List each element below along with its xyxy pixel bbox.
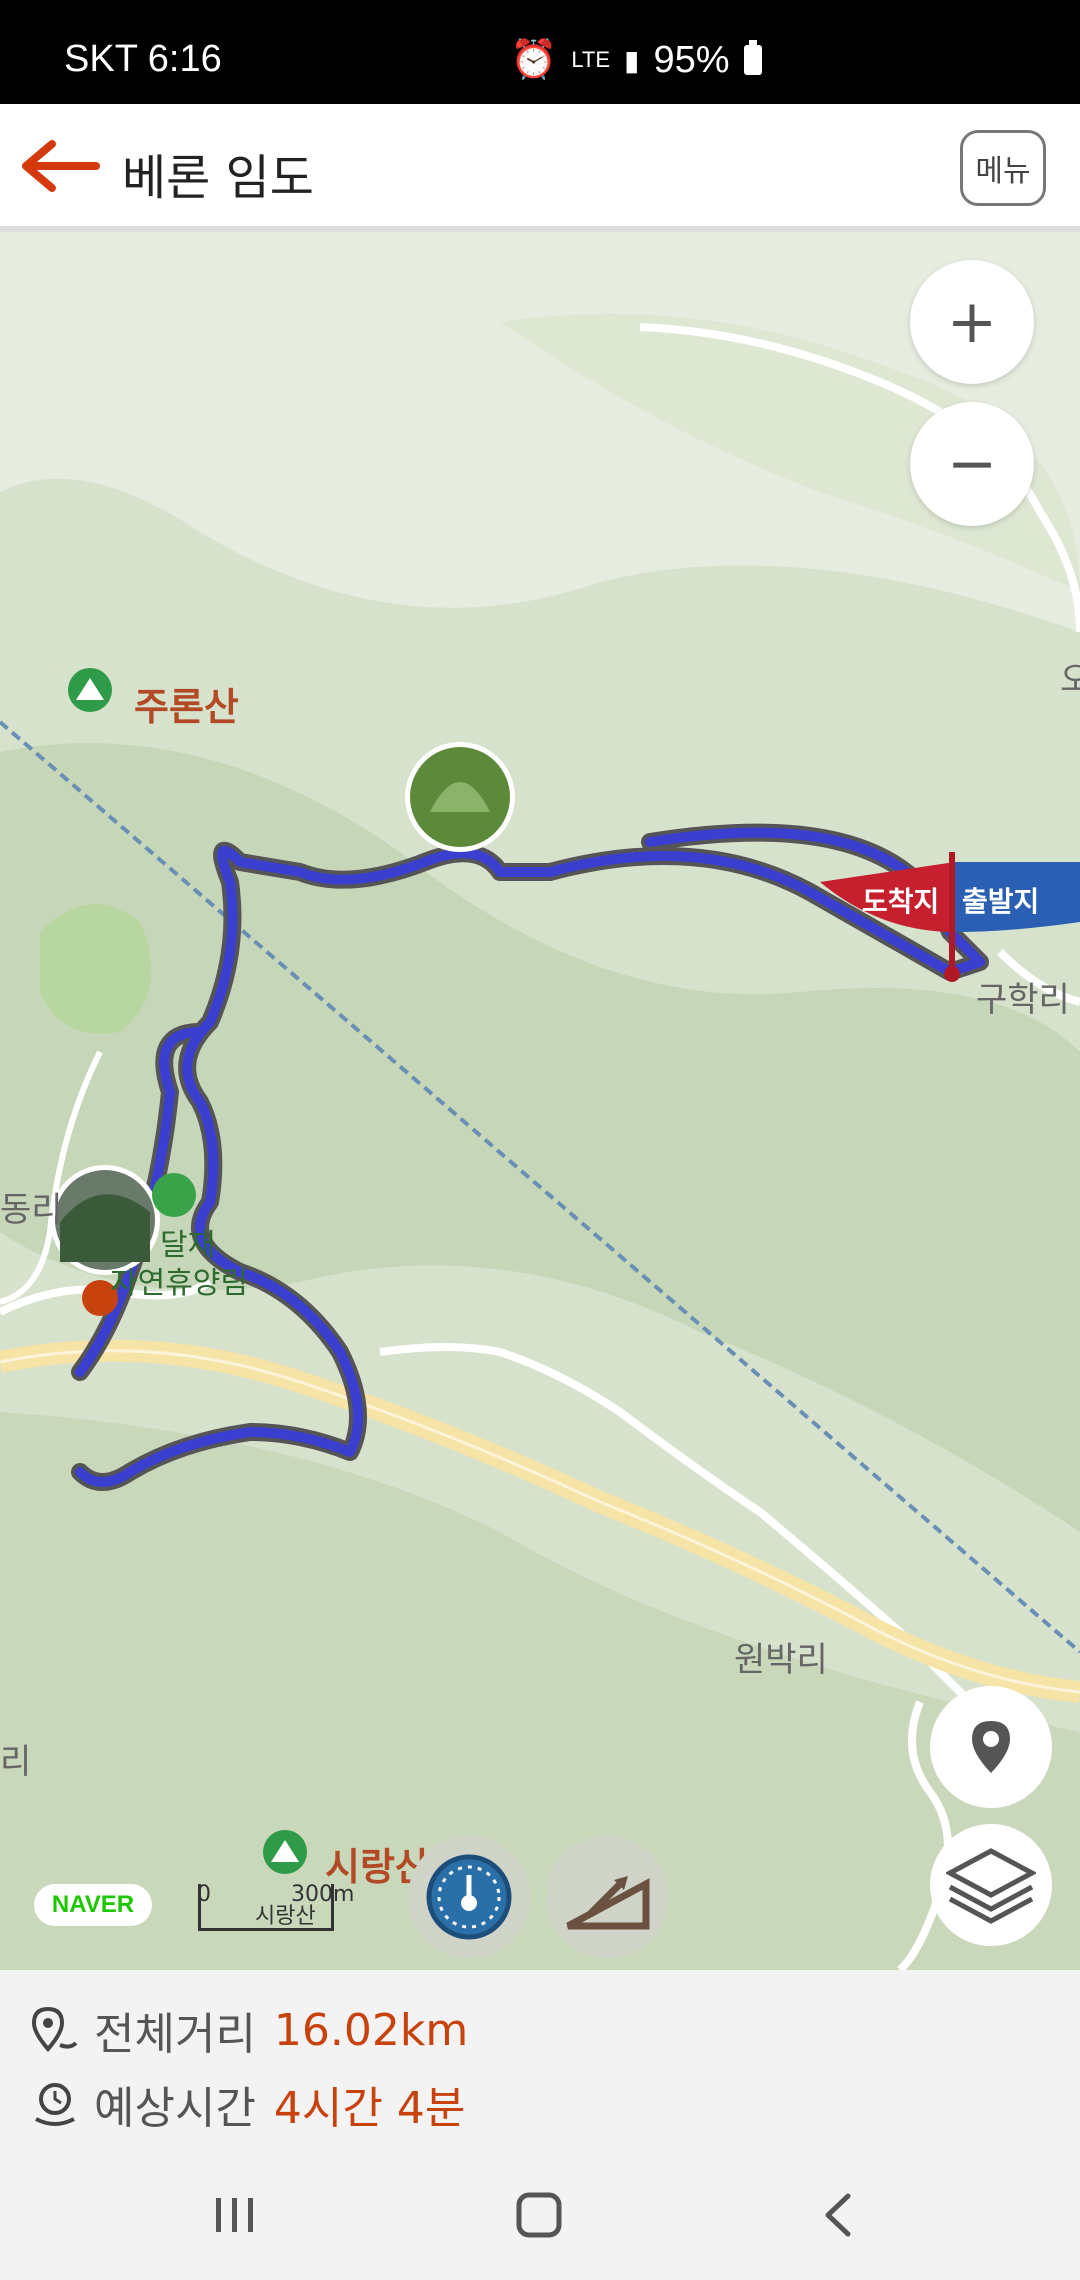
recents-icon	[216, 2198, 253, 2232]
zoom-in-button[interactable]: +	[910, 260, 1034, 384]
time-value: 4시간 4분	[273, 2083, 466, 2134]
distance-label: 전체거리	[94, 2009, 256, 2060]
app-bar: 베론 임도 메뉴	[0, 104, 1080, 232]
map-view[interactable]: 주론산 시랑산 달재 자연휴양림 구학리 원박리 동리 리 오 도착지 출발지 …	[0, 232, 1080, 1970]
back-button[interactable]	[20, 138, 100, 194]
alarm-icon: ⏰	[510, 39, 558, 81]
scale-bar: 0 300m 시랑산	[197, 1882, 354, 1931]
place-label-wonbakri: 원박리	[734, 1640, 828, 1680]
back-nav-button[interactable]	[818, 2190, 858, 2240]
back-nav-icon	[825, 2193, 851, 2237]
battery-icon	[743, 40, 762, 75]
layers-button[interactable]	[930, 1824, 1052, 1946]
place-label-forest: 자연휴양림	[110, 1266, 248, 1301]
distance-icon	[31, 2006, 78, 2053]
elevation-icon	[566, 1876, 650, 1930]
mountain-label-juronsan[interactable]: 주론산	[134, 676, 239, 731]
elevation-button[interactable]	[546, 1836, 668, 1958]
home-button[interactable]	[514, 2190, 564, 2240]
scale-zero: 0	[197, 1882, 211, 1907]
menu-button[interactable]: 메뉴	[960, 130, 1046, 206]
flag-end-label: 도착지	[862, 885, 940, 918]
naver-logo: NAVER	[34, 1884, 152, 1926]
page-title: 베론 임도	[122, 150, 314, 206]
system-nav-bar	[0, 2152, 1080, 2280]
time-icon	[35, 2083, 75, 2126]
battery-percent: 95%	[653, 38, 730, 81]
speedometer-button[interactable]	[408, 1836, 530, 1958]
scale-place: 시랑산	[255, 1904, 316, 1929]
flag-start-label: 출발지	[962, 885, 1040, 918]
status-icons: ⏰ LTE ▮ 95%	[510, 38, 762, 82]
recents-button[interactable]	[210, 2192, 260, 2238]
status-bar: SKT 6:16 ⏰ LTE ▮ 95%	[0, 0, 1080, 104]
zoom-out-button[interactable]: −	[910, 402, 1034, 526]
home-icon	[516, 2192, 562, 2238]
distance-value: 16.02km	[273, 2004, 469, 2056]
place-label-dongri: 동리	[0, 1190, 63, 1230]
distance-row: 전체거리 16.02km	[30, 1998, 468, 2062]
time-label: 예상시간	[94, 2083, 256, 2134]
carrier-time: SKT 6:16	[64, 38, 222, 80]
signal-icon: ▮	[624, 44, 640, 76]
place-label-o: 오	[1060, 660, 1080, 700]
speedometer-icon	[426, 1854, 512, 1940]
route-summary: 전체거리 16.02km 예상시간 4시간 4분	[0, 1970, 1080, 2152]
place-label-guhakri: 구학리	[976, 980, 1070, 1020]
arrow-left-icon	[22, 140, 100, 192]
place-label-ri: 리	[0, 1742, 32, 1782]
network-label: LTE	[571, 47, 611, 72]
my-location-button[interactable]	[930, 1686, 1052, 1808]
layers-icon	[946, 1848, 1036, 1924]
location-pin-icon	[972, 1721, 1010, 1773]
time-row: 예상시간 4시간 4분	[30, 2072, 465, 2136]
